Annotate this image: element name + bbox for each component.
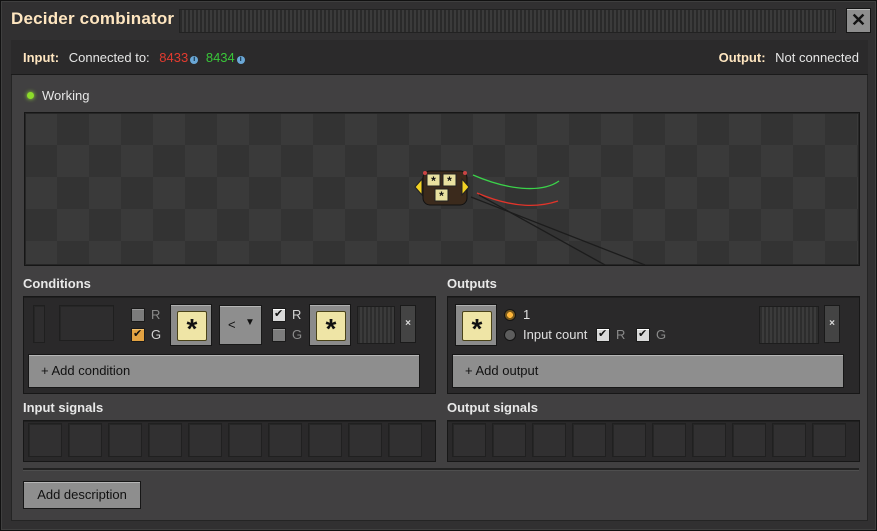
signal-slot [68,423,102,457]
signal-slot [772,423,806,457]
output-red-wire-checkbox[interactable] [596,327,610,342]
outputs-title: Outputs [447,276,497,291]
svg-text:*: * [439,189,444,203]
signal-slot [612,423,646,457]
title-bar[interactable]: Decider combinator ✕ [1,1,876,39]
right-green-wire-checkbox[interactable] [272,328,286,342]
status-indicator: Working [27,88,89,103]
remove-output-button[interactable]: × [824,305,840,343]
signal-slot [228,423,262,457]
output-signals-title: Output signals [447,400,538,415]
output-constant-radio[interactable] [504,309,516,321]
entity-preview[interactable]: * * * [24,112,860,266]
input-signal-slots [28,421,428,459]
signal-slot [732,423,766,457]
add-condition-button[interactable]: + Add condition [28,354,420,388]
decider-combinator-window: Decider combinator ✕ Input: Connected to… [0,0,877,531]
signal-slot [308,423,342,457]
right-red-wire-checkbox[interactable] [272,307,286,322]
red-network-id: 8433 [159,50,189,65]
output-green-wire-checkbox[interactable] [636,327,650,342]
window-title: Decider combinator [11,9,175,28]
status-text: Working [42,88,90,103]
divider [23,468,859,471]
condition-left-signal-button[interactable]: * [170,304,212,346]
title-drag-handle[interactable] [179,9,836,33]
right-red-wire-label: R [292,307,302,322]
left-green-wire-label: G [151,327,162,342]
svg-text:*: * [447,174,452,188]
signal-slot [268,423,302,457]
everything-icon: * [462,311,492,344]
comparator-value: < [228,317,236,332]
main-panel: Input: Connected to: 8433 i 8434 i Output:… [11,40,868,521]
signal-slot [452,423,486,457]
outputs-panel: * 1 Input count R G × + Add output [447,296,860,394]
output-green-wire-label: G [656,327,667,342]
condition-reorder-handle[interactable] [357,306,395,344]
input-signals-panel [23,420,436,462]
output-status: Not connected [775,50,859,65]
preview-scene: * * * [414,170,646,265]
signal-slot [812,423,846,457]
signal-slot [348,423,382,457]
add-description-button[interactable]: Add description [23,481,141,509]
copper-wire [478,194,606,265]
connection-bar: Input: Connected to: 8433 i 8434 i Output:… [11,40,868,75]
conditions-title: Conditions [23,276,91,291]
input-signals-title: Input signals [23,400,104,415]
output-input-count-radio[interactable] [504,329,516,341]
condition-drag-handle[interactable] [33,305,45,343]
input-connection-info: Input: Connected to: 8433 i 8434 i [23,50,249,65]
status-light-icon [27,92,34,99]
left-red-wire-checkbox[interactable] [131,308,145,322]
left-green-wire-checkbox[interactable] [131,327,145,342]
copper-wire [470,196,646,265]
output-input-count-label: Input count [523,327,588,342]
signal-slot [108,423,142,457]
output-red-wire-label: R [616,327,626,342]
connected-to-label: Connected to: [68,50,150,65]
signal-slot [148,423,182,457]
everything-icon: * [177,311,207,344]
left-red-wire-label: R [151,307,161,322]
signal-slot [28,423,62,457]
signal-slot [692,423,726,457]
chevron-down-icon: ▼ [245,317,255,328]
signal-slot [532,423,566,457]
svg-text:*: * [431,174,436,188]
right-green-wire-label: G [292,327,303,342]
everything-icon: * [316,311,346,344]
close-button[interactable]: ✕ [846,8,871,33]
green-wire [472,174,560,190]
signal-slot [492,423,526,457]
remove-condition-button[interactable]: × [400,305,416,343]
output-signal-button[interactable]: * [455,304,497,346]
decider-combinator-icon: * * * [414,170,470,206]
output-connection-info: Output: Not connected [719,50,859,65]
output-label: Output: [718,50,766,65]
green-network-id: 8434 [205,50,235,65]
conditions-panel: R G * < ▼ R G * × + Add condition [23,296,436,394]
signal-slot [652,423,686,457]
condition-connector [59,305,114,341]
output-constant-value: 1 [523,307,531,322]
output-signal-slots [452,421,852,459]
input-label: Input: [23,50,60,65]
add-output-button[interactable]: + Add output [452,354,844,388]
output-signals-panel [447,420,860,462]
comparator-dropdown[interactable]: < ▼ [219,305,262,345]
info-icon[interactable]: i [236,56,245,64]
condition-right-signal-button[interactable]: * [309,304,351,346]
output-reorder-handle[interactable] [759,306,819,344]
signal-slot [188,423,222,457]
info-icon[interactable]: i [190,56,199,64]
signal-slot [388,423,422,457]
signal-slot [572,423,606,457]
